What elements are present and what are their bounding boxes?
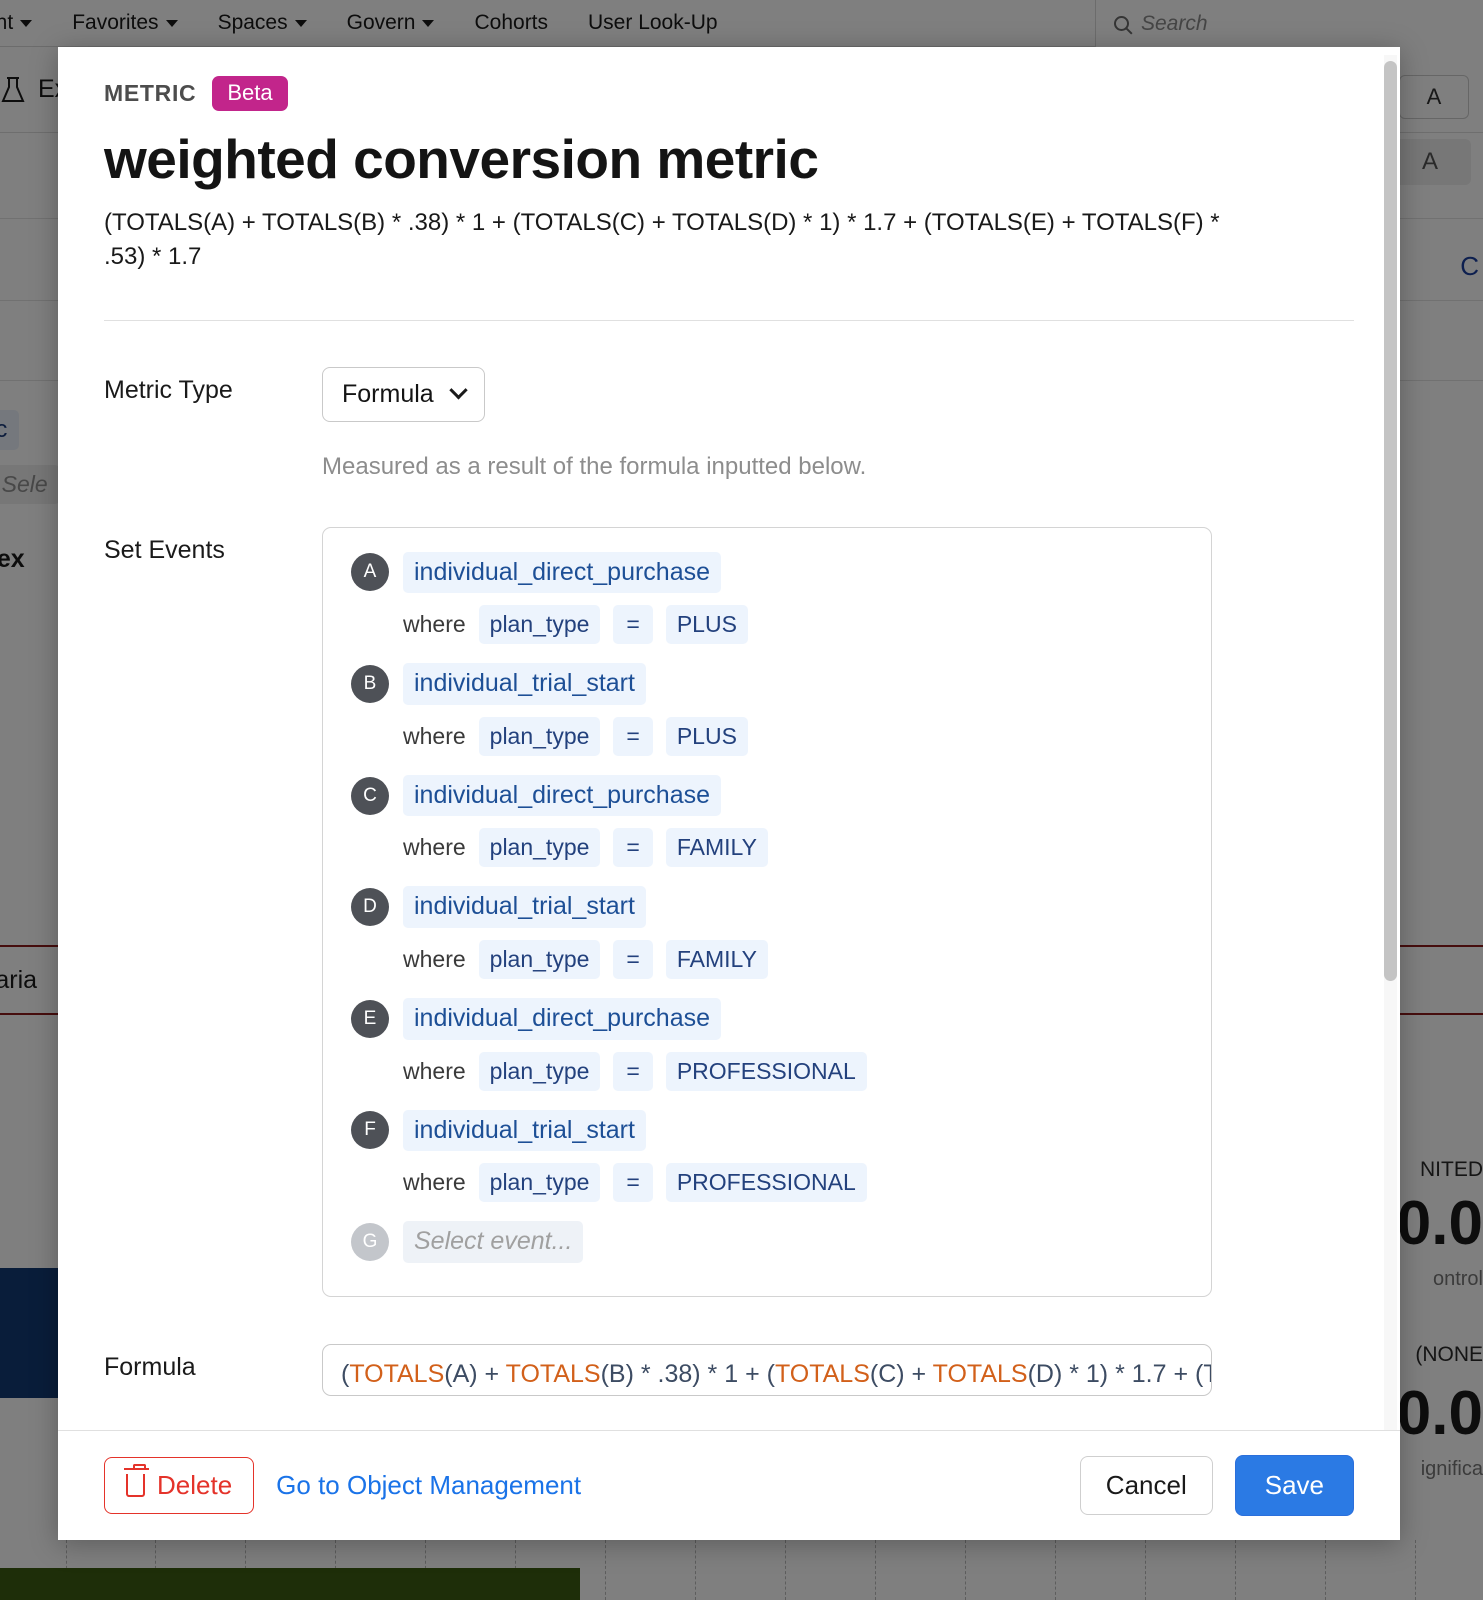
formula-function-token: TOTALS <box>505 1359 601 1388</box>
event-value-chip[interactable]: PLUS <box>665 605 748 645</box>
event-group: Dindividual_trial_startwhere plan_type = FA… <box>351 886 1183 980</box>
modal-subtitle-formula: (TOTALS(A) + TOTALS(B) * .38) * 1 + (TOT… <box>104 209 1220 271</box>
metric-type-value: Formula <box>342 379 434 408</box>
metric-type-field: Formula Measured as a result of the form… <box>322 366 1354 481</box>
event-value-chip[interactable]: FAMILY <box>665 828 768 868</box>
event-property-chip[interactable]: plan_type <box>478 939 601 980</box>
modal-eyebrow-label: METRIC <box>104 80 197 106</box>
event-operator-chip[interactable]: = <box>613 828 653 868</box>
event-name-chip[interactable]: individual_direct_purchase <box>403 551 722 594</box>
modal-scroll-area: METRIC Beta weighted conversion metric (… <box>58 47 1400 1430</box>
event-name-chip[interactable]: individual_trial_start <box>403 663 646 705</box>
event-group: G Select event... <box>351 1221 1183 1263</box>
set-events-box: Aindividual_direct_purchase where plan_typ… <box>322 526 1212 1297</box>
event-where-row: where plan_type = FAMILY <box>403 828 1183 868</box>
formula-label: Formula <box>104 1352 196 1381</box>
formula-text-token: (C) + <box>869 1359 933 1388</box>
formula-text-token: (D) * 1) * 1.7 + (TC <box>1027 1359 1211 1388</box>
event-operator-chip[interactable]: = <box>613 605 653 645</box>
where-keyword: where <box>403 611 466 638</box>
go-to-object-management-link[interactable]: Go to Object Management <box>276 1470 581 1501</box>
delete-button-label: Delete <box>157 1470 233 1500</box>
where-keyword: where <box>403 722 466 749</box>
event-header: Bindividual_trial_start <box>351 663 1183 705</box>
event-property-chip[interactable]: plan_type <box>478 1051 601 1091</box>
where-keyword: where <box>403 945 466 972</box>
event-property-chip[interactable]: plan_type <box>478 1163 601 1203</box>
metric-type-select[interactable]: Formula <box>322 366 485 422</box>
event-group: Findividual_trial_startwhere plan_type = PR… <box>351 1109 1183 1203</box>
cancel-button[interactable]: Cancel <box>1079 1456 1213 1515</box>
event-value-chip[interactable]: FAMILY <box>665 939 768 980</box>
chevron-down-icon <box>448 380 468 399</box>
event-letter-badge: C <box>351 776 389 815</box>
event-header: Eindividual_direct_purchase <box>351 998 1183 1040</box>
save-button[interactable]: Save <box>1234 1455 1354 1516</box>
event-group: Bindividual_trial_startwhere plan_type = PL… <box>351 663 1183 756</box>
event-header: Dindividual_trial_start <box>351 886 1183 928</box>
formula-function-token: TOTALS <box>774 1359 870 1388</box>
event-where-row: where plan_type = FAMILY <box>403 939 1183 980</box>
set-events-row: Set Events Aindividual_direct_purchasewh… <box>104 526 1354 1297</box>
event-value-chip[interactable]: PROFESSIONAL <box>665 1163 867 1203</box>
event-group: Aindividual_direct_purchasewhere plan_typ… <box>351 551 1183 645</box>
metric-type-helper: Measured as a result of the formula inpu… <box>322 452 867 480</box>
event-header: Aindividual_direct_purchase <box>351 551 1183 594</box>
event-letter-badge: E <box>351 999 389 1038</box>
where-keyword: where <box>403 1057 466 1084</box>
event-value-chip[interactable]: PROFESSIONAL <box>665 1051 867 1091</box>
event-letter-badge: F <box>351 1111 389 1150</box>
event-where-row: where plan_type = PLUS <box>403 716 1183 756</box>
set-events-label: Set Events <box>104 535 225 564</box>
event-property-chip[interactable]: plan_type <box>478 605 601 645</box>
event-group: Eindividual_direct_purchasewhere plan_typ… <box>351 998 1183 1091</box>
metric-type-label: Metric Type <box>104 375 233 404</box>
event-property-chip[interactable]: plan_type <box>478 828 601 868</box>
event-name-chip[interactable]: Select event... <box>403 1221 584 1263</box>
page-title: weighted conversion metric <box>104 128 819 190</box>
event-name-chip[interactable]: individual_direct_purchase <box>403 774 722 817</box>
modal-eyebrow: METRIC Beta <box>104 76 1354 111</box>
event-header: Cindividual_direct_purchase <box>351 774 1183 817</box>
event-letter-badge: A <box>351 553 389 592</box>
event-value-chip[interactable]: PLUS <box>665 716 748 756</box>
set-events-field: Aindividual_direct_purchase where plan_typ… <box>322 526 1354 1297</box>
where-keyword: where <box>403 1169 466 1196</box>
event-header: Findividual_trial_start <box>351 1109 1183 1152</box>
event-name-chip[interactable]: individual_trial_start <box>403 1109 646 1152</box>
event-letter-badge: G <box>351 1223 389 1262</box>
formula-text-token: (B) * .38) * 1 + ( <box>600 1359 775 1388</box>
formula-function-token: TOTALS <box>932 1359 1028 1388</box>
event-property-chip[interactable]: plan_type <box>478 716 601 756</box>
event-letter-badge: B <box>351 664 389 703</box>
modal-footer: Delete Go to Object Management Cancel Sa… <box>58 1430 1400 1540</box>
event-where-row: where plan_type = PROFESSIONAL <box>403 1051 1183 1091</box>
event-operator-chip[interactable]: = <box>613 716 653 756</box>
event-letter-badge: D <box>351 888 389 927</box>
formula-text-token: (A) + <box>444 1359 506 1388</box>
event-where-row: where plan_type = PROFESSIONAL <box>403 1163 1183 1203</box>
delete-button[interactable]: Delete <box>104 1457 255 1514</box>
formula-input[interactable]: (TOTALS(A) + TOTALS(B) * .38) * 1 + (TOT… <box>322 1343 1212 1396</box>
metric-type-row: Metric Type Formula Measured as a result… <box>104 366 1354 481</box>
event-group: Cindividual_direct_purchasewhere plan_typ… <box>351 774 1183 868</box>
modal-scrollbar-thumb[interactable] <box>1384 61 1397 981</box>
event-operator-chip[interactable]: = <box>613 939 653 980</box>
formula-function-token: TOTALS <box>349 1359 445 1388</box>
where-keyword: where <box>403 834 466 861</box>
event-name-chip[interactable]: individual_direct_purchase <box>403 998 722 1040</box>
event-name-chip[interactable]: individual_trial_start <box>403 886 646 928</box>
event-where-row: where plan_type = PLUS <box>403 605 1183 645</box>
header-divider <box>104 319 1354 321</box>
trash-icon <box>124 1464 149 1497</box>
event-header: G Select event... <box>351 1221 1183 1263</box>
event-operator-chip[interactable]: = <box>613 1163 653 1203</box>
formula-field: (TOTALS(A) + TOTALS(B) * .38) * 1 + (TOT… <box>322 1343 1354 1396</box>
metric-edit-modal: METRIC Beta weighted conversion metric (… <box>58 47 1400 1540</box>
formula-row: Formula (TOTALS(A) + TOTALS(B) * .38) * … <box>104 1343 1354 1396</box>
beta-badge: Beta <box>212 76 288 111</box>
event-operator-chip[interactable]: = <box>613 1051 653 1091</box>
